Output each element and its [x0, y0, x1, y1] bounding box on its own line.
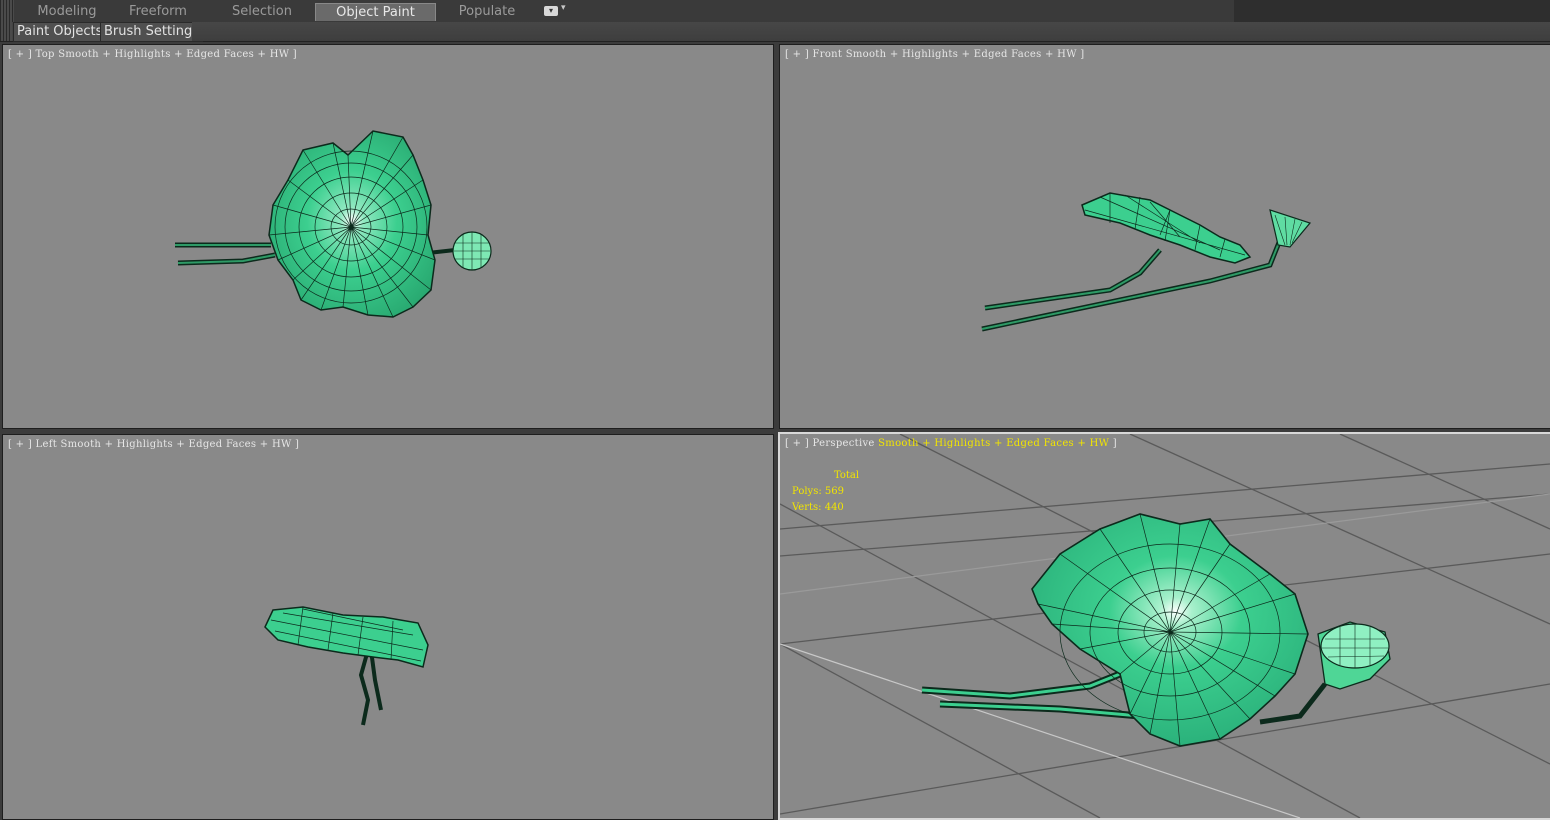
ribbon-empty-area — [1234, 0, 1550, 22]
tab-populate[interactable]: Populate — [442, 3, 532, 21]
tab-freeform[interactable]: Freeform — [116, 3, 200, 21]
lotus-leaf — [264, 606, 429, 668]
stem — [369, 649, 383, 711]
viewport-label[interactable]: [ + ] Perspective Smooth + Highlights + … — [785, 438, 1117, 449]
viewport-bracket-close: ] — [1112, 438, 1117, 449]
top-view-mesh — [175, 130, 492, 318]
viewport-left[interactable]: [ + ] Left Smooth + Highlights + Edged F… — [2, 434, 774, 820]
stats-polys: Polys: 569 — [792, 486, 844, 497]
viewport-shading[interactable]: Smooth + Highlights + Edged Faces + HW — [878, 438, 1109, 449]
tab-selection[interactable]: Selection — [214, 3, 310, 21]
tab-modeling[interactable]: Modeling — [24, 3, 110, 21]
stats-total-label: Total — [834, 470, 860, 481]
perspective-grid — [780, 434, 1550, 818]
lotus-seed-pod — [1269, 209, 1312, 248]
stem — [358, 649, 371, 726]
lotus-leaf — [1081, 192, 1252, 264]
viewport-menu[interactable]: [ + ] — [785, 438, 809, 449]
brush-settings-panel[interactable]: Brush Settings — [100, 22, 203, 42]
tab-object-paint[interactable]: Object Paint — [315, 3, 436, 21]
left-view-mesh — [264, 606, 429, 726]
viewport-front[interactable]: [ + ] Front Smooth + Highlights + Edged … — [779, 44, 1550, 429]
front-view-mesh — [981, 192, 1312, 332]
ribbon-options-icon[interactable]: ▾ — [544, 6, 558, 16]
paint-objects-panel[interactable]: Paint Objects — [13, 22, 107, 42]
viewport-top[interactable]: [ + ] Top Smooth + Highlights + Edged Fa… — [2, 44, 774, 429]
scene-statistics: Total Polys: 569 Verts: 440 — [792, 468, 859, 516]
ribbon-panel-row: Paint Objects Brush Settings — [0, 22, 1550, 42]
viewport-perspective[interactable]: [ + ] Perspective Smooth + Highlights + … — [778, 432, 1550, 820]
viewport-name[interactable]: Perspective — [813, 438, 875, 449]
stats-verts: Verts: 440 — [792, 502, 844, 513]
panel-grip[interactable] — [0, 22, 12, 41]
chevron-down-icon[interactable]: ▾ — [561, 3, 566, 13]
ribbon-tab-bar: Modeling Freeform Selection Object Paint… — [0, 0, 1550, 23]
ribbon-grip[interactable] — [0, 0, 14, 22]
panel-empty-area — [192, 22, 1550, 41]
